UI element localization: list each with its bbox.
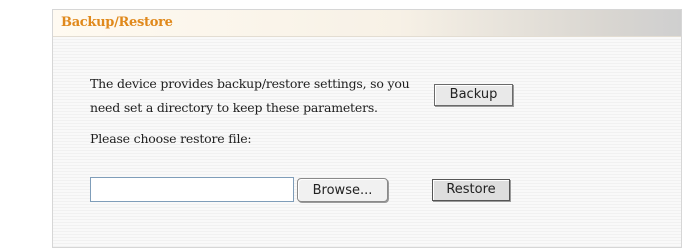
backup-restore-panel: Backup/Restore The device provides backu…	[52, 9, 682, 248]
browse-button[interactable]: Browse...	[297, 178, 388, 202]
restore-button[interactable]: Restore	[432, 179, 510, 201]
restore-file-path-input[interactable]	[90, 177, 294, 202]
panel-header: Backup/Restore	[53, 10, 681, 37]
backup-description-line-1: The device provides backup/restore setti…	[90, 76, 410, 91]
page-title: Backup/Restore	[61, 15, 173, 30]
backup-description-line-2: need set a directory to keep these param…	[90, 100, 378, 115]
restore-file-label: Please choose restore file:	[90, 131, 252, 146]
backup-button[interactable]: Backup	[434, 84, 513, 106]
